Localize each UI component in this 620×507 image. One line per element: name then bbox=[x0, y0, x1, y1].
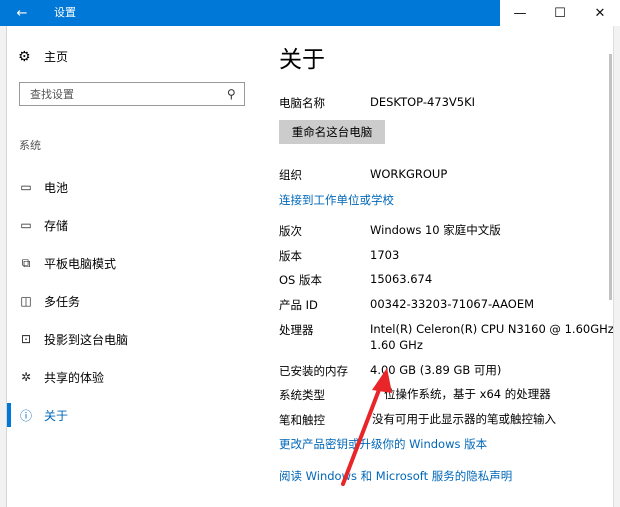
minimize-icon: — bbox=[513, 5, 527, 21]
system-type-label: 系统类型 bbox=[279, 388, 325, 402]
org-value: WORKGROUP bbox=[370, 167, 448, 181]
sidebar-item-label: 存储 bbox=[44, 218, 69, 233]
sidebar: ⚙ 主页 ⚲ 系统 ▭ 电池 ▭ 存储 ⧉ 平板电脑模式 ◫ 多任务 ⊡ 投影到… bbox=[7, 26, 259, 507]
search-icon[interactable]: ⚲ bbox=[227, 87, 236, 101]
ram-label: 已安装的内存 bbox=[279, 364, 348, 378]
sidebar-item-label: 关于 bbox=[44, 408, 69, 423]
sidebar-item-label: 投影到这台电脑 bbox=[44, 332, 129, 347]
sidebar-item-about[interactable]: ⓘ 关于 bbox=[18, 405, 68, 425]
maximize-icon: ☐ bbox=[554, 5, 566, 21]
tablet-mode-icon: ⧉ bbox=[21, 255, 31, 270]
sidebar-item-projecting[interactable]: ⊡ 投影到这台电脑 bbox=[18, 329, 128, 349]
sidebar-item-label: 共享的体验 bbox=[44, 370, 105, 385]
pc-name-label: 电脑名称 bbox=[279, 96, 325, 110]
processor-label: 处理器 bbox=[279, 323, 314, 337]
minimize-button[interactable]: — bbox=[500, 0, 540, 26]
pen-touch-label: 笔和触控 bbox=[279, 413, 325, 427]
sidebar-item-battery[interactable]: ▭ 电池 bbox=[18, 177, 68, 197]
storage-icon: ▭ bbox=[20, 218, 32, 232]
os-build-value: 15063.674 bbox=[370, 272, 433, 286]
background-window-edge bbox=[0, 26, 7, 507]
sidebar-item-label: 平板电脑模式 bbox=[44, 256, 117, 271]
version-value: 1703 bbox=[370, 248, 400, 262]
sidebar-item-multitasking[interactable]: ◫ 多任务 bbox=[18, 291, 80, 311]
info-icon: ⓘ bbox=[19, 408, 32, 423]
privacy-statement-link[interactable]: 阅读 Windows 和 Microsoft 服务的隐私声明 bbox=[279, 468, 512, 484]
product-key-link[interactable]: 更改产品密钥或升级你的 Windows 版本 bbox=[279, 436, 487, 452]
battery-icon: ▭ bbox=[20, 180, 32, 194]
close-icon: ✕ bbox=[594, 5, 606, 21]
back-button[interactable]: ← bbox=[0, 0, 44, 26]
product-id-label: 产品 ID bbox=[279, 298, 318, 312]
scrollbar[interactable] bbox=[609, 54, 612, 300]
sidebar-section-title: 系统 bbox=[19, 139, 41, 152]
pen-touch-value: 没有可用于此显示器的笔或触控输入 bbox=[372, 412, 556, 426]
projecting-icon: ⊡ bbox=[20, 332, 32, 346]
window-title: 设置 bbox=[54, 6, 76, 19]
ram-value: 4.00 GB (3.89 GB 可用) bbox=[370, 363, 502, 377]
multitasking-icon: ◫ bbox=[20, 294, 32, 308]
edition-label: 版次 bbox=[279, 224, 302, 238]
page-title: 关于 bbox=[279, 47, 325, 73]
pc-name-value: DESKTOP-473V5KI bbox=[370, 95, 476, 109]
maximize-button[interactable]: ☐ bbox=[540, 0, 580, 26]
sidebar-item-tablet-mode[interactable]: ⧉ 平板电脑模式 bbox=[18, 253, 116, 273]
processor-value-line2: 1.60 GHz bbox=[370, 338, 423, 352]
sidebar-item-storage[interactable]: ▭ 存储 bbox=[18, 215, 68, 235]
close-button[interactable]: ✕ bbox=[580, 0, 620, 26]
sidebar-item-shared-experiences[interactable]: ✲ 共享的体验 bbox=[18, 367, 104, 387]
org-label: 组织 bbox=[279, 168, 302, 182]
sidebar-home[interactable]: ⚙ 主页 bbox=[18, 48, 68, 65]
sidebar-item-label: 多任务 bbox=[44, 294, 81, 309]
version-label: 版本 bbox=[279, 249, 302, 263]
rename-pc-button[interactable]: 重命名这台电脑 bbox=[279, 120, 385, 144]
edition-value: Windows 10 家庭中文版 bbox=[370, 223, 501, 237]
window-controls: — ☐ ✕ bbox=[500, 0, 620, 26]
os-build-label: OS 版本 bbox=[279, 273, 323, 287]
back-arrow-icon: ← bbox=[16, 5, 28, 21]
product-id-value: 00342-33203-71067-AAOEM bbox=[370, 297, 535, 311]
system-type-value: 位操作系统，基于 x64 的处理器 bbox=[384, 387, 551, 401]
sidebar-home-label: 主页 bbox=[44, 50, 69, 64]
connect-work-school-link[interactable]: 连接到工作单位或学校 bbox=[279, 192, 394, 208]
sidebar-item-label: 电池 bbox=[44, 180, 69, 195]
search-input[interactable] bbox=[28, 86, 228, 102]
window-right-edge bbox=[613, 26, 620, 507]
shared-experiences-icon: ✲ bbox=[20, 370, 32, 384]
gear-icon: ⚙ bbox=[18, 48, 31, 65]
selected-indicator bbox=[7, 403, 11, 427]
processor-value-line1: Intel(R) Celeron(R) CPU N3160 @ 1.60GHz bbox=[370, 322, 614, 336]
search-box[interactable]: ⚲ bbox=[19, 82, 245, 106]
